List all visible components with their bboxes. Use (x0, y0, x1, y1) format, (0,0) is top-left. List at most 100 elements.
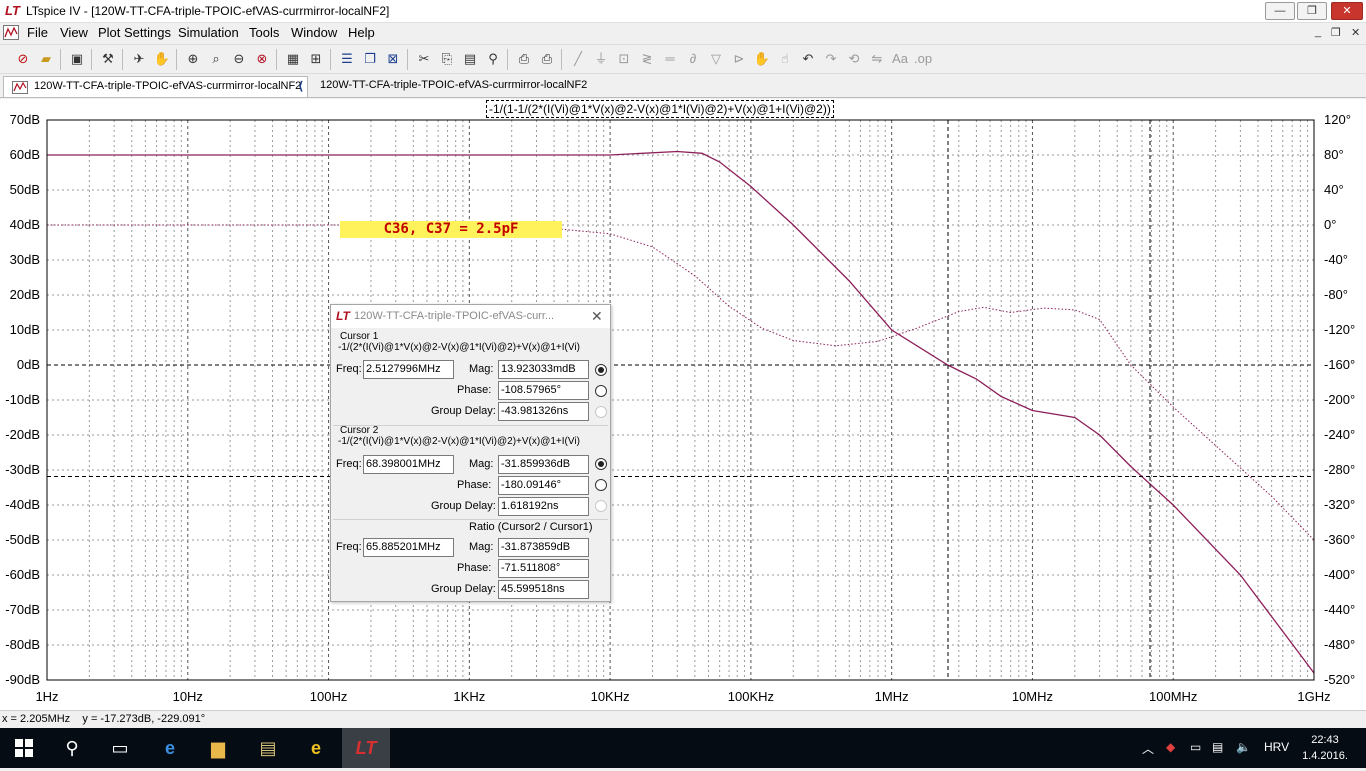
print-icon[interactable]: ⎙ (538, 50, 556, 68)
y-left-tick-label[interactable]: 60dB (10, 147, 40, 162)
y-right-tick-label[interactable]: 120° (1324, 112, 1351, 127)
menu-help[interactable]: Help (348, 25, 375, 40)
mdi-close-button[interactable]: ✕ (1351, 26, 1360, 39)
x-tick-label[interactable]: 100KHz (728, 689, 774, 704)
cursor1-phase-radio[interactable] (595, 385, 607, 397)
ltspice-taskbar-icon[interactable]: LT (342, 728, 390, 768)
y-right-tick-label[interactable]: -80° (1324, 287, 1348, 302)
cursor2-gd-radio[interactable] (595, 500, 607, 512)
redo-icon[interactable]: ↷ (822, 50, 840, 68)
capacitor-icon[interactable]: ═ (661, 50, 679, 68)
y-left-tick-label[interactable]: 70dB (10, 112, 40, 127)
power-icon[interactable]: ▭ (1190, 740, 1201, 754)
y-left-tick-label[interactable]: 50dB (10, 182, 40, 197)
menu-simulation[interactable]: Simulation (178, 25, 239, 40)
x-tick-label[interactable]: 1GHz (1297, 689, 1330, 704)
mdi-restore-button[interactable]: ❐ (1331, 26, 1341, 39)
folder-app-icon[interactable]: ▤ (244, 728, 292, 768)
y-left-tick-label[interactable]: -90dB (5, 672, 40, 687)
cursor2-gd-field[interactable]: 1.618192ns (498, 497, 589, 516)
cursor1-mag-field[interactable]: 13.923033mdB (498, 360, 589, 379)
show-hidden-icons-chevron-icon[interactable]: ︿ (1142, 740, 1154, 757)
wire-icon[interactable]: ╱ (569, 50, 587, 68)
undo-icon[interactable]: ↶ (799, 50, 817, 68)
y-right-tick-label[interactable]: 80° (1324, 147, 1344, 162)
close-button[interactable]: ✕ (1331, 2, 1363, 20)
cursor1-phase-field[interactable]: -108.57965° (498, 381, 589, 400)
y-right-tick-label[interactable]: -400° (1324, 567, 1355, 582)
label-net-icon[interactable]: ⊡ (615, 50, 633, 68)
cursor1-gd-field[interactable]: -43.981326ns (498, 402, 589, 421)
x-tick-label[interactable]: 100MHz (1149, 689, 1197, 704)
y-right-tick-label[interactable]: -120° (1324, 322, 1355, 337)
menu-plot-settings[interactable]: Plot Settings (98, 25, 171, 40)
y-left-tick-label[interactable]: -20dB (5, 427, 40, 442)
y-right-tick-label[interactable]: -200° (1324, 392, 1355, 407)
cursor2-freq-field[interactable]: 68.398001MHz (363, 455, 454, 474)
ratio-freq-field[interactable]: 65.885201MHz (363, 538, 454, 557)
y-left-tick-label[interactable]: -50dB (5, 532, 40, 547)
run-icon[interactable]: ✈ (130, 50, 148, 68)
cursor2-phase-field[interactable]: -180.09146° (498, 476, 589, 495)
plot-window[interactable] (0, 99, 1366, 710)
cursor2-mag-field[interactable]: -31.859936dB (498, 455, 589, 474)
y-right-tick-label[interactable]: -160° (1324, 357, 1355, 372)
task-view-icon[interactable]: ▭ (96, 728, 144, 768)
ratio-gd-field[interactable]: 45.599518ns (498, 580, 589, 599)
mirror-icon[interactable]: ⇋ (868, 50, 886, 68)
y-left-tick-label[interactable]: 30dB (10, 252, 40, 267)
y-right-tick-label[interactable]: 40° (1324, 182, 1344, 197)
clock[interactable]: 22:43 1.4.2016. (1300, 732, 1350, 764)
save-icon[interactable]: ▣ (68, 50, 86, 68)
rotate-icon[interactable]: ⟲ (845, 50, 863, 68)
search-icon[interactable]: ⚲ (48, 728, 96, 768)
control-panel-icon[interactable]: ⚒ (99, 50, 117, 68)
cursor1-gd-radio[interactable] (595, 406, 607, 418)
y-right-tick-label[interactable]: 0° (1324, 217, 1336, 232)
y-right-tick-label[interactable]: -480° (1324, 637, 1355, 652)
zoom-fit-icon[interactable]: ⊗ (253, 50, 271, 68)
internet-explorer-icon[interactable]: e (292, 728, 340, 768)
x-tick-label[interactable]: 100Hz (310, 689, 348, 704)
tray-app-icon[interactable]: ◆ (1166, 740, 1175, 754)
mdi-minimize-button[interactable]: _ (1315, 26, 1321, 38)
menu-window[interactable]: Window (291, 25, 337, 40)
paste-icon[interactable]: ▤ (461, 50, 479, 68)
cursor-dialog[interactable]: LT 120W-TT-CFA-triple-TPOIC-efVAS-curr..… (330, 304, 611, 602)
drag-icon[interactable]: ☝ (776, 50, 794, 68)
copy-icon[interactable]: ⎘ (438, 50, 456, 68)
edge-browser-icon[interactable]: e (146, 728, 194, 768)
y-left-tick-label[interactable]: -30dB (5, 462, 40, 477)
text-icon[interactable]: Aa (891, 50, 909, 68)
y-left-tick-label[interactable]: -80dB (5, 637, 40, 652)
file-explorer-icon[interactable]: ▆ (194, 728, 242, 768)
pan-icon[interactable]: ⌕ (207, 50, 225, 68)
y-left-tick-label[interactable]: -70dB (5, 602, 40, 617)
menu-view[interactable]: View (60, 25, 88, 40)
ground-icon[interactable]: ⏚ (592, 50, 610, 68)
cursor2-mag-radio[interactable] (595, 458, 607, 470)
x-tick-label[interactable]: 1Hz (35, 689, 58, 704)
y-right-tick-label[interactable]: -40° (1324, 252, 1348, 267)
capacitor-annotation[interactable]: C36, C37 = 2.5pF (340, 221, 562, 238)
y-right-tick-label[interactable]: -520° (1324, 672, 1355, 687)
x-tick-label[interactable]: 10KHz (591, 689, 630, 704)
find-icon[interactable]: ⚲ (484, 50, 502, 68)
x-tick-label[interactable]: 10MHz (1012, 689, 1053, 704)
ratio-phase-field[interactable]: -71.511808° (498, 559, 589, 578)
minimize-button[interactable]: — (1265, 2, 1295, 20)
y-right-tick-label[interactable]: -320° (1324, 497, 1355, 512)
move-icon[interactable]: ✋ (753, 50, 771, 68)
x-tick-label[interactable]: 10Hz (173, 689, 203, 704)
dialog-close-button[interactable]: ✕ (591, 308, 603, 325)
y-left-tick-label[interactable]: -10dB (5, 392, 40, 407)
volume-icon[interactable]: 🔈 (1236, 740, 1251, 754)
y-left-tick-label[interactable]: -60dB (5, 567, 40, 582)
cursor1-freq-field[interactable]: 2.5127996MHz (363, 360, 454, 379)
tab-schematic[interactable]: ⟨ 120W-TT-CFA-triple-TPOIC-efVAS-currmir… (290, 76, 593, 97)
diode-icon[interactable]: ▽ (707, 50, 725, 68)
inductor-icon[interactable]: ∂ (684, 50, 702, 68)
y-right-tick-label[interactable]: -440° (1324, 602, 1355, 617)
y-right-tick-label[interactable]: -240° (1324, 427, 1355, 442)
cursor1-mag-radio[interactable] (595, 364, 607, 376)
